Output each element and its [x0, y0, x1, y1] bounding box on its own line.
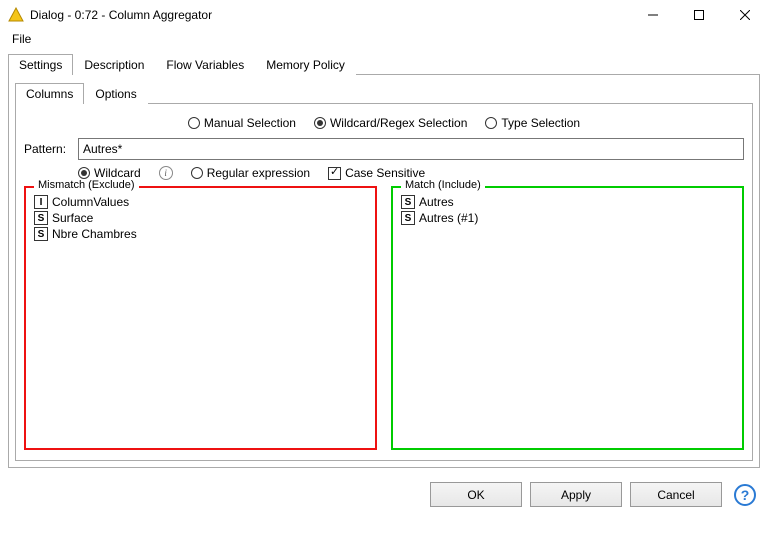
tab-columns[interactable]: Columns — [15, 83, 84, 104]
apply-button[interactable]: Apply — [530, 482, 622, 507]
outer-tabbar: Settings Description Flow Variables Memo… — [8, 54, 760, 75]
radio-label: Regular expression — [207, 166, 310, 180]
tab-settings[interactable]: Settings — [8, 54, 73, 75]
close-button[interactable] — [722, 0, 768, 30]
menubar: File — [0, 30, 768, 48]
radio-label: Wildcard/Regex Selection — [330, 116, 467, 130]
columns-panel: Manual Selection Wildcard/Regex Selectio… — [15, 104, 753, 461]
tab-flow-variables[interactable]: Flow Variables — [155, 54, 255, 75]
list-item[interactable]: S Surface — [34, 210, 367, 226]
cancel-button[interactable]: Cancel — [630, 482, 722, 507]
radio-icon — [78, 167, 90, 179]
menu-file[interactable]: File — [8, 30, 35, 48]
pattern-input[interactable] — [78, 138, 744, 160]
minimize-button[interactable] — [630, 0, 676, 30]
maximize-button[interactable] — [676, 0, 722, 30]
dialog-button-row: OK Apply Cancel ? — [0, 468, 768, 517]
checkbox-case-sensitive[interactable]: Case Sensitive — [328, 166, 425, 180]
pattern-label: Pattern: — [24, 142, 72, 156]
inner-tabbar: Columns Options — [15, 83, 753, 104]
list-item-label: ColumnValues — [52, 195, 129, 209]
radio-wildcard[interactable]: Wildcard — [78, 166, 141, 180]
tab-memory-policy[interactable]: Memory Policy — [255, 54, 356, 75]
settings-panel: Columns Options Manual Selection Wildcar… — [8, 75, 760, 468]
pattern-row: Pattern: — [24, 138, 744, 160]
type-icon: S — [34, 227, 48, 241]
type-icon: S — [401, 211, 415, 225]
app-icon — [8, 7, 24, 23]
pattern-options-row: Wildcard i Regular expression Case Sensi… — [24, 166, 744, 180]
list-item[interactable]: S Autres — [401, 194, 734, 210]
checkbox-label: Case Sensitive — [345, 166, 425, 180]
list-item-label: Autres — [419, 195, 454, 209]
type-icon: S — [401, 195, 415, 209]
radio-icon — [485, 117, 497, 129]
type-icon: I — [34, 195, 48, 209]
radio-label: Wildcard — [94, 166, 141, 180]
radio-icon — [188, 117, 200, 129]
list-item[interactable]: I ColumnValues — [34, 194, 367, 210]
mismatch-group: Mismatch (Exclude) I ColumnValues S Surf… — [24, 186, 377, 450]
mismatch-legend: Mismatch (Exclude) — [34, 179, 139, 191]
radio-manual-selection[interactable]: Manual Selection — [188, 116, 296, 130]
radio-wildcard-regex-selection[interactable]: Wildcard/Regex Selection — [314, 116, 467, 130]
checkbox-icon — [328, 167, 341, 180]
help-icon[interactable]: ? — [734, 484, 756, 506]
radio-label: Manual Selection — [204, 116, 296, 130]
radio-label: Type Selection — [501, 116, 580, 130]
window-title: Dialog - 0:72 - Column Aggregator — [30, 8, 630, 22]
info-icon[interactable]: i — [159, 166, 173, 180]
list-item-label: Autres (#1) — [419, 211, 478, 225]
list-item[interactable]: S Autres (#1) — [401, 210, 734, 226]
radio-icon — [314, 117, 326, 129]
list-item-label: Surface — [52, 211, 93, 225]
list-item-label: Nbre Chambres — [52, 227, 137, 241]
tab-options[interactable]: Options — [84, 83, 147, 104]
radio-regular-expression[interactable]: Regular expression — [191, 166, 310, 180]
mismatch-list[interactable]: I ColumnValues S Surface S Nbre Chambres — [30, 194, 371, 444]
tab-description[interactable]: Description — [73, 54, 155, 75]
match-group: Match (Include) S Autres S Autres (#1) — [391, 186, 744, 450]
list-item[interactable]: S Nbre Chambres — [34, 226, 367, 242]
radio-icon — [191, 167, 203, 179]
match-list[interactable]: S Autres S Autres (#1) — [397, 194, 738, 444]
ok-button[interactable]: OK — [430, 482, 522, 507]
selection-mode-row: Manual Selection Wildcard/Regex Selectio… — [24, 112, 744, 138]
titlebar: Dialog - 0:72 - Column Aggregator — [0, 0, 768, 30]
lists-row: Mismatch (Exclude) I ColumnValues S Surf… — [24, 186, 744, 450]
radio-type-selection[interactable]: Type Selection — [485, 116, 580, 130]
match-legend: Match (Include) — [401, 179, 485, 191]
window-controls — [630, 0, 768, 30]
type-icon: S — [34, 211, 48, 225]
